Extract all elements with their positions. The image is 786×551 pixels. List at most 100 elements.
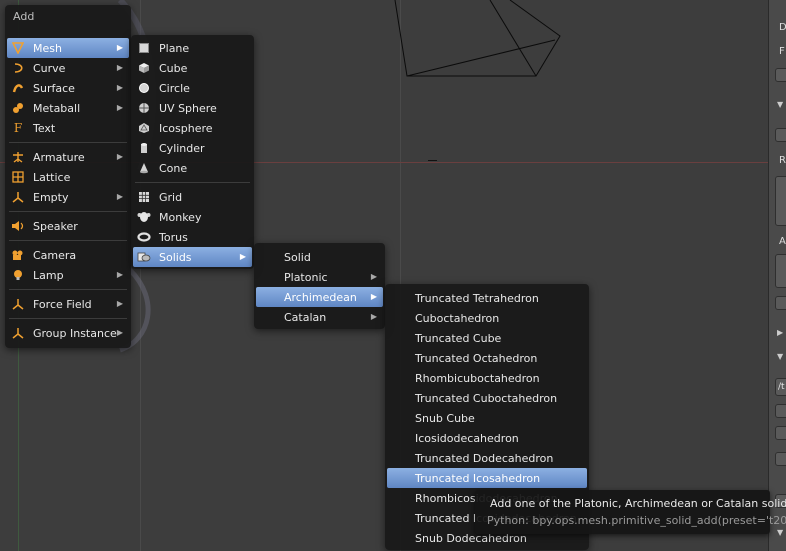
panel-field[interactable] bbox=[775, 254, 786, 288]
menu-item-armature[interactable]: Armature ▶ bbox=[7, 147, 129, 167]
menu-item-curve[interactable]: Curve ▶ bbox=[7, 58, 129, 78]
menu-item-lamp[interactable]: Lamp ▶ bbox=[7, 265, 129, 285]
collapse-triangle-icon[interactable]: ▼ bbox=[777, 528, 783, 537]
menu-item-solid[interactable]: Solid bbox=[256, 247, 383, 267]
menu-item-truncated-octahedron[interactable]: Truncated Octahedron bbox=[387, 348, 587, 368]
collapse-triangle-icon[interactable]: ▼ bbox=[777, 100, 783, 109]
submenu-arrow-icon: ▶ bbox=[116, 43, 123, 52]
submenu-arrow-icon: ▶ bbox=[116, 83, 123, 92]
circle-icon bbox=[133, 82, 155, 94]
submenu-arrow-icon: ▶ bbox=[116, 299, 123, 308]
group-instance-icon bbox=[7, 327, 29, 339]
menu-separator bbox=[9, 240, 127, 241]
menu-item-rhombicuboctahedron[interactable]: Rhombicuboctahedron bbox=[387, 368, 587, 388]
menu-item-surface[interactable]: Surface ▶ bbox=[7, 78, 129, 98]
menu-separator bbox=[9, 211, 127, 212]
submenu-arrow-icon: ▶ bbox=[370, 312, 377, 321]
curve-icon bbox=[7, 62, 29, 74]
menu-item-truncated-dodecahedron[interactable]: Truncated Dodecahedron bbox=[387, 448, 587, 468]
path-field[interactable]: /t bbox=[775, 378, 786, 396]
menu-item-truncated-cube[interactable]: Truncated Cube bbox=[387, 328, 587, 348]
menu-item-circle[interactable]: Circle bbox=[133, 78, 252, 98]
grid-icon bbox=[133, 191, 155, 203]
empty-icon bbox=[7, 191, 29, 203]
mesh-submenu: Plane Cube Circle UV Sphere Icosphere Cy… bbox=[131, 35, 254, 269]
menu-item-icosphere[interactable]: Icosphere bbox=[133, 118, 252, 138]
menu-item-cube[interactable]: Cube bbox=[133, 58, 252, 78]
menu-item-force-field[interactable]: Force Field ▶ bbox=[7, 294, 129, 314]
checkbox[interactable] bbox=[775, 404, 786, 418]
panel-label: A bbox=[779, 236, 786, 247]
menu-item-platonic[interactable]: Platonic ▶ bbox=[256, 267, 383, 287]
panel-label: D bbox=[779, 22, 786, 33]
submenu-arrow-icon: ▶ bbox=[370, 292, 377, 301]
add-menu: Add Mesh ▶ Curve ▶ Surface ▶ Metaball ▶ … bbox=[5, 5, 131, 348]
tooltip: Add one of the Platonic, Archimedean or … bbox=[475, 490, 786, 534]
lamp-icon bbox=[7, 269, 29, 281]
submenu-arrow-icon: ▶ bbox=[116, 63, 123, 72]
menu-item-snub-cube[interactable]: Snub Cube bbox=[387, 408, 587, 428]
menu-separator bbox=[9, 142, 127, 143]
tooltip-python: Python: bpy.ops.mesh.primitive_solid_add… bbox=[487, 514, 786, 527]
submenu-arrow-icon: ▶ bbox=[116, 192, 123, 201]
menu-separator bbox=[9, 318, 127, 319]
menu-title: Add bbox=[13, 10, 35, 23]
menu-item-camera[interactable]: Camera bbox=[7, 245, 129, 265]
monkey-icon bbox=[133, 211, 155, 223]
panel-button[interactable] bbox=[775, 128, 786, 142]
plane-icon bbox=[133, 43, 155, 53]
armature-icon bbox=[7, 151, 29, 163]
tooltip-description: Add one of the Platonic, Archimedean or … bbox=[490, 497, 786, 510]
panel-label: F bbox=[779, 46, 785, 57]
submenu-arrow-icon: ▶ bbox=[116, 270, 123, 279]
panel-button[interactable] bbox=[775, 68, 786, 82]
menu-item-cone[interactable]: Cone bbox=[133, 158, 252, 178]
menu-item-truncated-cuboctahedron[interactable]: Truncated Cuboctahedron bbox=[387, 388, 587, 408]
menu-item-torus[interactable]: Torus bbox=[133, 227, 252, 247]
mesh-icon bbox=[7, 42, 29, 54]
submenu-arrow-icon: ▶ bbox=[116, 152, 123, 161]
speaker-icon bbox=[7, 220, 29, 232]
panel-button[interactable] bbox=[775, 426, 786, 440]
menu-item-group-instance[interactable]: Group Instance ▶ bbox=[7, 323, 129, 343]
menu-item-text[interactable]: F Text bbox=[7, 118, 129, 138]
menu-separator bbox=[135, 182, 250, 183]
uv-sphere-icon bbox=[133, 102, 155, 114]
solids-submenu: Solid Platonic ▶ Archimedean ▶ Catalan ▶ bbox=[254, 243, 385, 329]
menu-item-lattice[interactable]: Lattice bbox=[7, 167, 129, 187]
panel-field[interactable] bbox=[775, 176, 786, 226]
lattice-icon bbox=[7, 171, 29, 183]
menu-item-speaker[interactable]: Speaker bbox=[7, 216, 129, 236]
collapse-triangle-icon[interactable]: ▼ bbox=[777, 352, 783, 361]
menu-item-uv-sphere[interactable]: UV Sphere bbox=[133, 98, 252, 118]
force-field-icon bbox=[7, 298, 29, 310]
menu-item-mesh[interactable]: Mesh ▶ bbox=[7, 38, 129, 58]
menu-item-cylinder[interactable]: Cylinder bbox=[133, 138, 252, 158]
submenu-arrow-icon: ▶ bbox=[116, 328, 123, 337]
menu-item-catalan[interactable]: Catalan ▶ bbox=[256, 307, 383, 327]
menu-item-metaball[interactable]: Metaball ▶ bbox=[7, 98, 129, 118]
panel-label: R bbox=[779, 155, 786, 166]
panel-button[interactable] bbox=[775, 452, 786, 466]
menu-item-empty[interactable]: Empty ▶ bbox=[7, 187, 129, 207]
menu-separator bbox=[9, 289, 127, 290]
cone-icon bbox=[133, 162, 155, 174]
panel-button[interactable] bbox=[775, 296, 786, 310]
menu-item-truncated-tetrahedron[interactable]: Truncated Tetrahedron bbox=[387, 288, 587, 308]
torus-icon bbox=[133, 231, 155, 243]
camera-icon bbox=[7, 249, 29, 261]
menu-item-archimedean[interactable]: Archimedean ▶ bbox=[256, 287, 383, 307]
expand-triangle-icon[interactable]: ▶ bbox=[777, 328, 783, 337]
menu-item-monkey[interactable]: Monkey bbox=[133, 207, 252, 227]
submenu-arrow-icon: ▶ bbox=[116, 103, 123, 112]
cube-icon bbox=[133, 62, 155, 74]
menu-item-plane[interactable]: Plane bbox=[133, 38, 252, 58]
text-icon: F bbox=[13, 121, 23, 135]
submenu-arrow-icon: ▶ bbox=[370, 272, 377, 281]
menu-item-icosidodecahedron[interactable]: Icosidodecahedron bbox=[387, 428, 587, 448]
menu-item-truncated-icosahedron[interactable]: Truncated Icosahedron bbox=[387, 468, 587, 488]
menu-item-grid[interactable]: Grid bbox=[133, 187, 252, 207]
menu-item-cuboctahedron[interactable]: Cuboctahedron bbox=[387, 308, 587, 328]
properties-panel[interactable]: D F ▼ R A ▶ ▼ /t ▼ bbox=[768, 0, 786, 551]
menu-item-solids[interactable]: Solids ▶ bbox=[133, 247, 252, 267]
